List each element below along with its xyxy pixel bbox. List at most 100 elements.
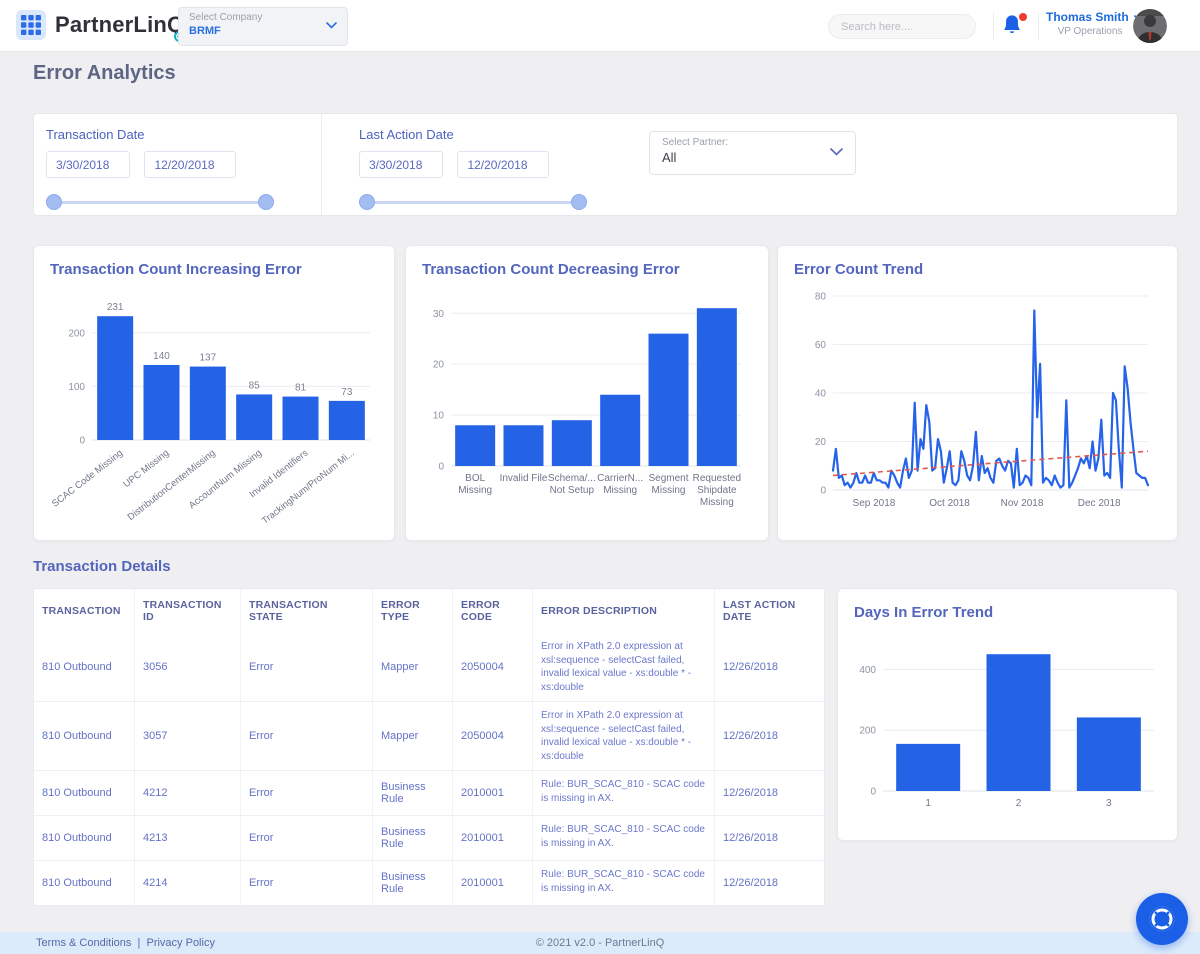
cell-error-type: Business Rule — [372, 861, 452, 905]
cell-error-code: 2050004 — [452, 633, 532, 701]
svg-text:2: 2 — [1016, 798, 1022, 809]
cell-state: Error — [240, 702, 372, 770]
cell-description: Rule: BUR_SCAC_810 - SCAC code is missin… — [532, 771, 714, 815]
column-header: TRANSACTION STATE — [240, 589, 372, 633]
svg-text:CarrierN...Missing: CarrierN...Missing — [597, 473, 643, 496]
partner-select-value: All — [662, 150, 843, 165]
transaction-date-to-input[interactable] — [144, 151, 236, 178]
user-menu[interactable]: Thomas Smith VP Operations — [1046, 10, 1134, 37]
svg-text:30: 30 — [433, 309, 445, 320]
svg-text:0: 0 — [820, 486, 826, 497]
svg-text:80: 80 — [815, 292, 827, 303]
search-input[interactable] — [839, 20, 985, 34]
cell-error-type: Mapper — [372, 702, 452, 770]
slider-handle-end[interactable] — [571, 194, 587, 210]
help-button[interactable] — [1136, 893, 1188, 945]
last-action-date-filter: Last Action Date — [359, 114, 619, 215]
svg-text:Oct 2018: Oct 2018 — [929, 498, 970, 509]
column-header: TRANSACTION — [34, 589, 134, 633]
company-select[interactable]: Select Company BRMF — [178, 7, 348, 46]
transaction-date-slider[interactable] — [46, 194, 274, 210]
svg-text:SegmentMissing: SegmentMissing — [648, 473, 688, 496]
svg-text:137: 137 — [199, 353, 216, 364]
svg-text:0: 0 — [870, 787, 876, 798]
transaction-date-from-input[interactable] — [46, 151, 130, 178]
svg-text:Sep 2018: Sep 2018 — [853, 498, 896, 509]
cell-error-code: 2010001 — [452, 861, 532, 905]
error-analytics-screen: PartnerLinQ™✓ Select Company BRMF Thomas… — [0, 0, 1200, 954]
header-divider-2 — [1038, 12, 1039, 40]
chevron-down-icon — [326, 22, 337, 29]
slider-handle-end[interactable] — [258, 194, 274, 210]
slider-handle-start[interactable] — [46, 194, 62, 210]
cell-last-action-date: 12/26/2018 — [714, 771, 824, 815]
avatar-photo-icon — [1133, 9, 1167, 43]
cell-error-code: 2050004 — [452, 702, 532, 770]
cell-transaction-id: 3056 — [134, 633, 240, 701]
error-count-trend-line-chart: 020406080Sep 2018Oct 2018Nov 2018Dec 201… — [789, 280, 1166, 524]
chart-title: Days In Error Trend — [854, 604, 1161, 621]
svg-text:20: 20 — [815, 437, 827, 448]
last-action-date-to-input[interactable] — [457, 151, 549, 178]
decreasing-error-bar-chart: 0102030BOLMissingInvalid FileSchema/...N… — [417, 280, 757, 524]
table-row: 810 Outbound3056ErrorMapper2050004Error … — [34, 633, 824, 701]
chevron-down-icon — [830, 148, 843, 156]
cell-state: Error — [240, 816, 372, 860]
svg-text:BOLMissing: BOLMissing — [458, 473, 492, 496]
cell-transaction: 810 Outbound — [34, 816, 134, 860]
terms-link[interactable]: Terms & Conditions — [36, 937, 131, 949]
svg-text:0: 0 — [79, 436, 85, 447]
filter-bar: Transaction Date Last Action Date — [33, 113, 1178, 216]
svg-text:SCAC Code Missing: SCAC Code Missing — [50, 448, 125, 510]
days-in-error-bar-chart: 0200400123 — [849, 623, 1166, 815]
company-select-value: BRMF — [189, 25, 337, 37]
company-select-label: Select Company — [189, 12, 337, 23]
notification-dot — [1019, 13, 1027, 21]
cell-error-type: Business Rule — [372, 816, 452, 860]
svg-text:RequestedShipdateMissing: RequestedShipdateMissing — [693, 473, 741, 508]
chart-card-decreasing-error: Transaction Count Decreasing Error 01020… — [405, 245, 769, 541]
transaction-details-title: Transaction Details — [33, 558, 171, 575]
slider-handle-start[interactable] — [359, 194, 375, 210]
privacy-link[interactable]: Privacy Policy — [146, 937, 214, 949]
transaction-details-table: TRANSACTIONTRANSACTION IDTRANSACTION STA… — [33, 588, 825, 906]
cell-description: Error in XPath 2.0 expression at xsl:seq… — [532, 633, 714, 701]
column-header: TRANSACTION ID — [134, 589, 240, 633]
increasing-error-bar-chart: 0100200231SCAC Code Missing140UPC Missin… — [46, 280, 382, 524]
cell-transaction-id: 3057 — [134, 702, 240, 770]
notifications-button[interactable] — [1001, 13, 1027, 39]
footer-links: Terms & Conditions | Privacy Policy — [36, 937, 215, 949]
cell-error-code: 2010001 — [452, 771, 532, 815]
filter-divider — [321, 114, 322, 215]
footer: © 2021 v2.0 - PartnerLinQ Terms & Condit… — [0, 932, 1200, 954]
cell-description: Error in XPath 2.0 expression at xsl:seq… — [532, 702, 714, 770]
cell-transaction-id: 4212 — [134, 771, 240, 815]
cell-last-action-date: 12/26/2018 — [714, 702, 824, 770]
cell-description: Rule: BUR_SCAC_810 - SCAC code is missin… — [532, 861, 714, 905]
transaction-date-label: Transaction Date — [46, 127, 306, 142]
svg-text:400: 400 — [859, 665, 876, 676]
chart-card-increasing-error: Transaction Count Increasing Error 01002… — [33, 245, 395, 541]
cell-last-action-date: 12/26/2018 — [714, 861, 824, 905]
last-action-date-slider[interactable] — [359, 194, 587, 210]
svg-text:81: 81 — [295, 383, 307, 394]
svg-text:85: 85 — [249, 380, 261, 391]
slider-range — [54, 201, 266, 204]
svg-text:3: 3 — [1106, 798, 1112, 809]
cell-state: Error — [240, 771, 372, 815]
partner-select[interactable]: Select Partner: All — [649, 131, 856, 175]
brand-logo[interactable]: PartnerLinQ™✓ — [16, 10, 193, 40]
svg-text:73: 73 — [341, 387, 353, 398]
cell-last-action-date: 12/26/2018 — [714, 816, 824, 860]
last-action-date-from-input[interactable] — [359, 151, 443, 178]
cell-state: Error — [240, 633, 372, 701]
avatar[interactable] — [1133, 9, 1167, 43]
life-buoy-icon — [1147, 904, 1177, 934]
page-title: Error Analytics — [33, 62, 176, 85]
chart-title: Transaction Count Decreasing Error — [422, 261, 752, 278]
cell-error-type: Business Rule — [372, 771, 452, 815]
table-row: 810 Outbound4214ErrorBusiness Rule201000… — [34, 860, 824, 905]
cell-error-code: 2010001 — [452, 816, 532, 860]
header-divider — [993, 12, 994, 40]
transaction-table-body: 810 Outbound3056ErrorMapper2050004Error … — [34, 633, 824, 905]
